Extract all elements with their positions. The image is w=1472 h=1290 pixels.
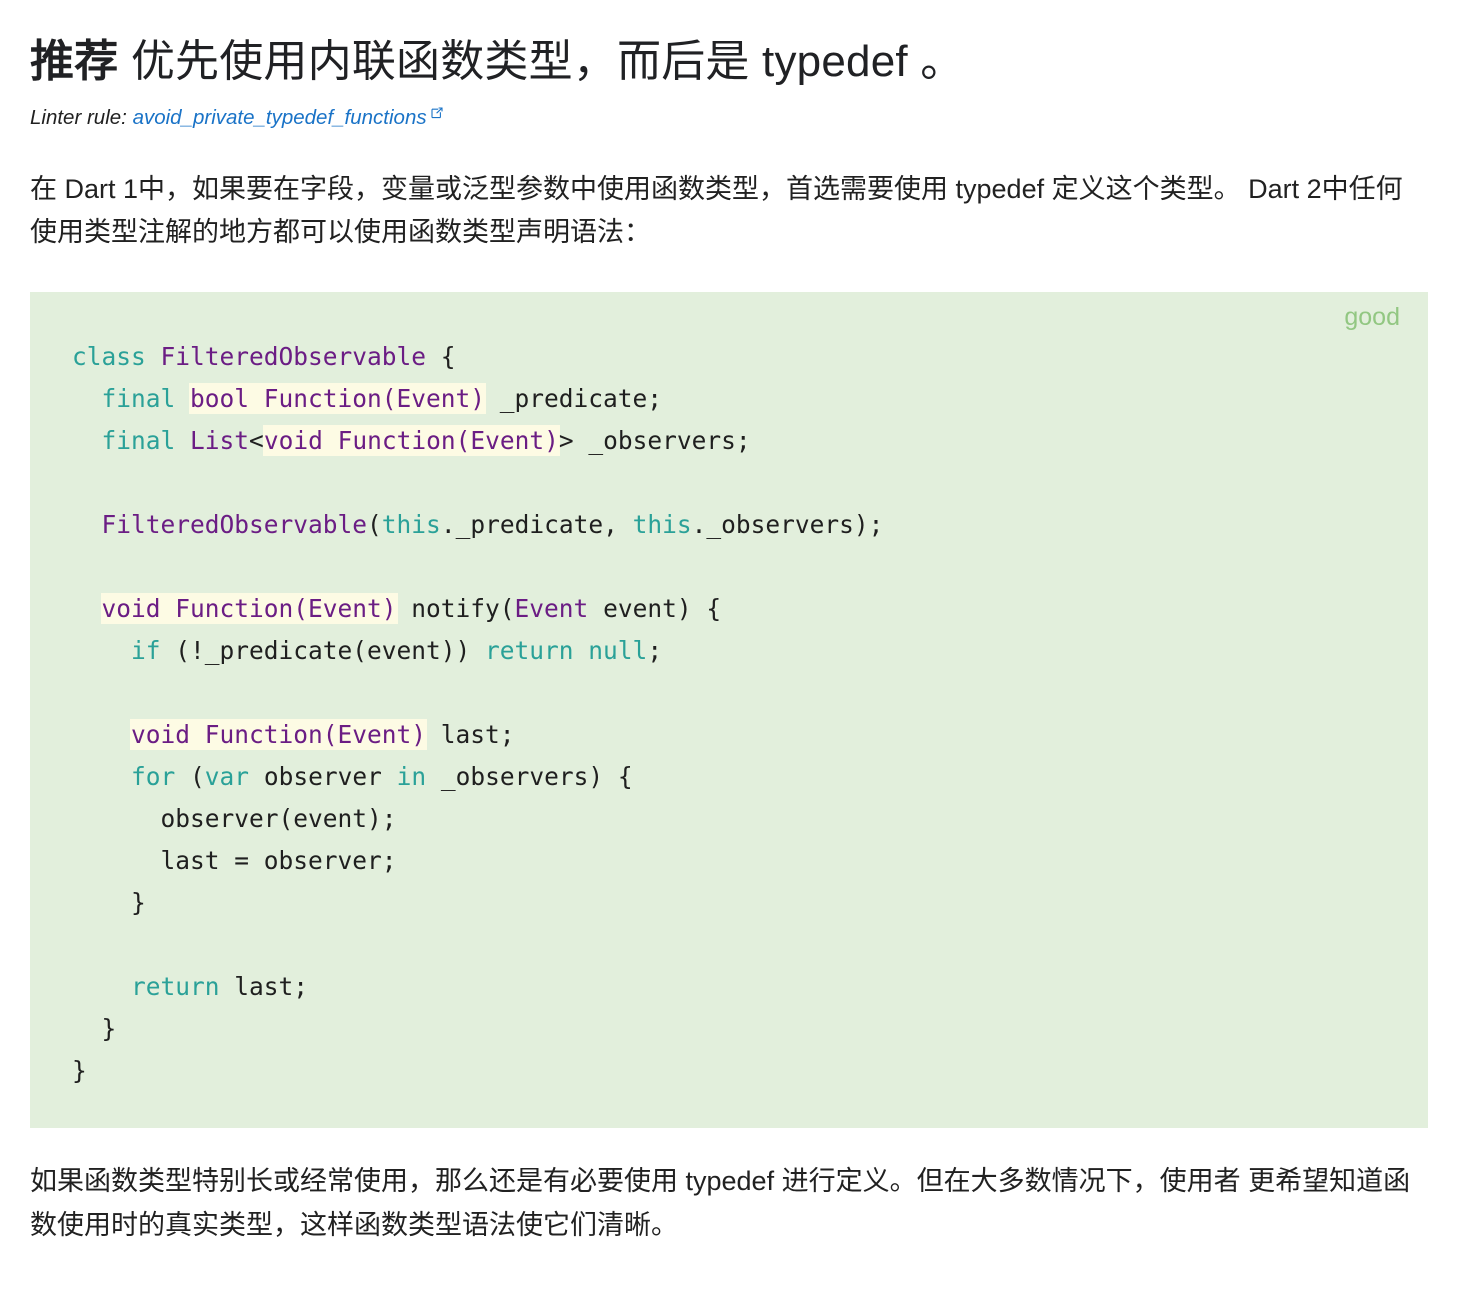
code-token: final (101, 384, 191, 414)
code-token: List (190, 426, 250, 456)
code-token: observer(event); (72, 804, 397, 834)
code-token: (!_predicate(event)) (160, 636, 486, 666)
code-line: last = observer; (72, 846, 397, 875)
code-line: final List<void Function(Event)> _observ… (72, 426, 751, 456)
code-token: ( (367, 510, 382, 540)
code-token: this (632, 510, 692, 540)
linter-rule-line: Linter rule: avoid_private_typedef_funct… (30, 89, 1442, 132)
code-token: } (72, 888, 146, 918)
code-token: observer (249, 762, 397, 792)
code-line: observer(event); (72, 804, 397, 833)
code-token: notify( (396, 594, 515, 624)
code-line: final bool Function(Event) _predicate; (72, 384, 663, 414)
linter-rule-label: Linter rule: (30, 106, 133, 129)
code-token: this (381, 510, 441, 540)
code-line: } (72, 1056, 87, 1085)
code-token: _predicate; (485, 384, 663, 414)
code-token-highlighted: void Function(Event) (131, 720, 427, 750)
code-token: } (72, 1014, 117, 1044)
code-line: for (var observer in _observers) { (72, 762, 633, 791)
code-line: void Function(Event) notify(Event event)… (72, 594, 722, 624)
code-token: ._predicate, (440, 510, 633, 540)
page-title-keyword: 推荐 (30, 37, 119, 86)
code-line: void Function(Event) last; (72, 720, 515, 750)
intro-paragraph: 在 Dart 1中，如果要在字段，变量或泛型参数中使用函数类型，首选需要使用 t… (30, 173, 1403, 248)
code-token: return (131, 972, 220, 1002)
code-token: } (72, 1056, 87, 1086)
code-token: ._observers); (691, 510, 884, 540)
code-line: return last; (72, 972, 308, 1001)
page-title-rest: 优先使用内联函数类型，而后是 typedef 。 (118, 37, 965, 86)
linter-rule-link[interactable]: avoid_private_typedef_functions (133, 106, 427, 129)
code-token: final (101, 426, 191, 456)
code-line: FilteredObservable(this._predicate, this… (72, 510, 884, 540)
document-page: 推荐 优先使用内联函数类型，而后是 typedef 。 Linter rule:… (0, 0, 1472, 1290)
code-token: return null (485, 636, 648, 666)
code-token: ( (175, 762, 205, 792)
code-line: } (72, 888, 146, 917)
code-token: last; (219, 972, 309, 1002)
code-token-highlighted: void Function(Event) (263, 426, 559, 456)
code-block-quality-tag: good (1344, 303, 1400, 332)
code-line: class FilteredObservable { (72, 342, 456, 371)
code-line: } (72, 1014, 117, 1044)
code-token: < (249, 426, 264, 456)
code-token: Event (514, 594, 589, 624)
code-token: last = observer; (72, 846, 397, 876)
code-token: event) { (588, 594, 722, 624)
code-content[interactable]: class FilteredObservable { final bool Fu… (72, 336, 1428, 1092)
code-token: FilteredObservable (160, 342, 427, 372)
code-block-good: good class FilteredObservable { final bo… (30, 292, 1428, 1129)
external-link-icon (431, 107, 443, 119)
code-token-highlighted: bool Function(Event) (190, 384, 486, 414)
code-token: { (426, 342, 456, 372)
code-token: class (72, 342, 161, 372)
code-token: ; (647, 636, 663, 666)
code-token: last; (426, 720, 515, 750)
code-token: > _observers; (558, 426, 751, 456)
code-token: var (204, 762, 250, 792)
outro-paragraph: 如果函数类型特别长或经常使用，那么还是有必要使用 typedef 进行定义。但在… (30, 1166, 1411, 1240)
code-token: _observers) { (426, 762, 633, 792)
code-token: in (396, 762, 427, 792)
code-token: for (131, 762, 176, 792)
page-title: 推荐 优先使用内联函数类型，而后是 typedef 。 (30, 0, 1442, 89)
code-line: if (!_predicate(event)) return null; (72, 636, 662, 665)
code-token: if (131, 636, 161, 666)
code-token: FilteredObservable (101, 510, 368, 540)
code-token-highlighted: void Function(Event) (101, 594, 397, 624)
